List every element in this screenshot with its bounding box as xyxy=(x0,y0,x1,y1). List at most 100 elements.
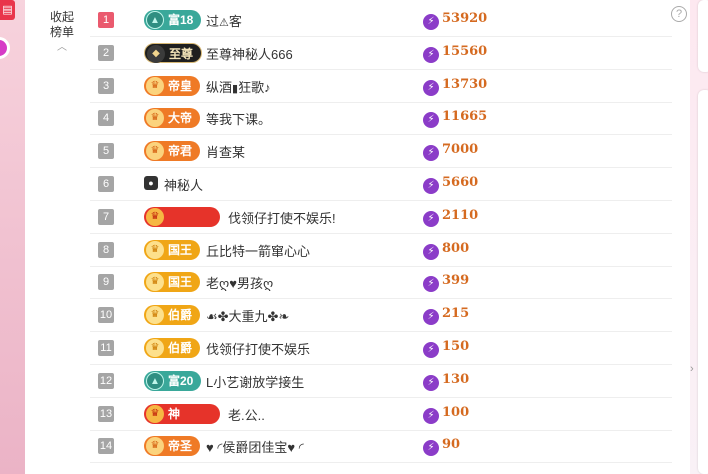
badge-medal-icon: ♛ xyxy=(146,437,164,456)
level-badge: ▲ 富20 xyxy=(144,370,202,391)
badge-medal-icon: ♛ xyxy=(146,76,164,95)
collapse-label: 收起榜单 xyxy=(49,10,74,39)
user-name[interactable]: 至尊神秘人666 xyxy=(206,44,293,63)
rank-number: 9 xyxy=(98,274,114,291)
user-name[interactable]: 伐领仔打使不娱乐! xyxy=(228,208,336,227)
ranking-row[interactable]: 14 ♛ 帝圣 ♥ ◜侯爵团佳宝♥ ◜ ⚡ 90 xyxy=(90,430,672,464)
user-name-suffix: 客 xyxy=(228,14,242,29)
badge-medal-icon: ♛ xyxy=(146,109,164,128)
badge-label: 大帝 xyxy=(168,111,193,126)
score-value: 5660 xyxy=(442,175,479,190)
score-value: 215 xyxy=(442,306,470,322)
right-chevron-icon[interactable]: › xyxy=(690,363,694,375)
ranking-row[interactable]: 1 ▲ 富18 过⚠客 ⚡ 53920 xyxy=(90,4,672,37)
lightning-icon: ⚡ xyxy=(423,342,439,358)
ranking-row[interactable]: 2 ◆ 至尊 至尊神秘人666 ⚡ 15560 xyxy=(90,37,672,70)
ranking-row[interactable]: 7 ♛ 伐领仔打使不娱乐! ⚡ 2110 xyxy=(90,201,672,234)
level-badge: ♛ 帝圣 xyxy=(144,436,201,457)
ranking-row[interactable]: 3 ♛ 帝皇 纵酒▮狂歌♪ ⚡ 13730 xyxy=(90,70,672,103)
user-name-text: 老ღ♥男孩ღ xyxy=(206,276,274,292)
question-circle-icon[interactable]: ? xyxy=(671,6,687,22)
collapse-ranking-button[interactable]: 收起榜单 ︿ xyxy=(48,10,76,55)
user-name-text: 伐领仔打使不娱乐! xyxy=(228,210,336,226)
lightning-icon: ⚡ xyxy=(423,276,439,293)
rank-number: 1 xyxy=(98,12,114,28)
contribution-score: ⚡ 53920 xyxy=(423,11,487,30)
user-name[interactable]: 神秘人 xyxy=(164,175,203,194)
left-menu-button[interactable]: ▤ xyxy=(0,0,15,20)
rank-number: 4 xyxy=(98,110,114,127)
score-value: 150 xyxy=(442,339,470,354)
level-badge: ♛ xyxy=(144,206,220,227)
ranking-row[interactable]: 4 ♛ 大帝 等我下课。 ⚡ 11665 xyxy=(90,102,672,136)
score-value: 11665 xyxy=(442,109,488,125)
contribution-score: ⚡ 399 xyxy=(423,273,469,293)
user-name-text: 等我下课。 xyxy=(206,112,272,128)
badge-medal-icon: ◆ xyxy=(147,44,165,63)
badge-label: 至尊 xyxy=(169,46,194,61)
user-name-suffix: 狂歌♪ xyxy=(238,79,271,95)
user-name-text: 至尊神秘人666 xyxy=(206,46,293,62)
badge-label: 富20 xyxy=(168,373,194,388)
rank-number: 13 xyxy=(98,405,114,422)
rank-number: 5 xyxy=(98,143,114,160)
badge-medal-icon: ♛ xyxy=(146,207,164,226)
user-name[interactable]: 老ღ♥男孩ღ xyxy=(206,273,273,292)
user-name[interactable]: ♥ ◜侯爵团佳宝♥ ◜ xyxy=(206,437,304,456)
rank-number: 8 xyxy=(98,241,114,258)
ranking-row[interactable]: 10 ♛ 伯爵 ☙✤大重九✤❧ ⚡ 215 xyxy=(90,299,672,333)
user-name-text: L小艺谢放学接生 xyxy=(206,374,305,390)
contribution-score: ⚡ 5660 xyxy=(423,175,478,194)
lightning-icon: ⚡ xyxy=(423,407,439,424)
rank-number: 6 xyxy=(98,176,114,192)
user-name-text: 肖查某 xyxy=(206,145,246,161)
user-name[interactable]: 丘比特一箭窜心心 xyxy=(206,241,310,260)
rank-number: 12 xyxy=(98,372,114,389)
badge-label: 富18 xyxy=(168,13,194,27)
user-name[interactable]: 老.公.. xyxy=(228,405,265,424)
lightning-icon: ⚡ xyxy=(423,309,439,326)
score-value: 13730 xyxy=(442,76,488,92)
user-name[interactable]: 过⚠客 xyxy=(206,11,242,30)
level-badge: ♛ 国王 xyxy=(144,272,201,293)
lightning-icon: ⚡ xyxy=(423,210,439,227)
score-value: 800 xyxy=(442,240,470,256)
badge-medal-icon: ♛ xyxy=(146,142,164,161)
level-badge: ▲ 富18 xyxy=(144,10,202,30)
contribution-score: ⚡ 100 xyxy=(423,405,469,424)
ranking-row[interactable]: 6 ● 神秘人 ⚡ 5660 xyxy=(90,168,672,201)
right-side-card-lower xyxy=(698,90,708,474)
ranking-row[interactable]: 9 ♛ 国王 老ღ♥男孩ღ ⚡ 399 xyxy=(90,266,672,300)
ranking-row[interactable]: 5 ♛ 帝君 肖查某 ⚡ 7000 xyxy=(90,135,672,169)
score-value: 100 xyxy=(442,404,470,420)
badge-medal-icon: ▲ xyxy=(146,11,164,29)
user-name[interactable]: ☙✤大重九✤❧ xyxy=(206,306,289,325)
level-badge: ♛ 神 xyxy=(144,403,220,424)
user-name-text: 纵酒 xyxy=(206,79,233,95)
ranking-row[interactable]: 13 ♛ 神老.公.. ⚡ 100 xyxy=(90,398,672,431)
user-name[interactable]: 肖查某 xyxy=(206,142,245,161)
user-name[interactable]: 纵酒▮狂歌♪ xyxy=(206,77,271,96)
level-badge: ♛ 国王 xyxy=(144,239,201,260)
rank-number: 2 xyxy=(98,44,114,61)
lightning-icon: ⚡ xyxy=(423,14,439,30)
contribution-score: ⚡ 2110 xyxy=(423,208,478,227)
ranking-row[interactable]: 12 ▲ 富20 L小艺谢放学接生 ⚡ 130 xyxy=(90,365,672,398)
user-name-text: 老.公.. xyxy=(228,407,265,423)
ranking-row[interactable]: 8 ♛ 国王 丘比特一箭窜心心 ⚡ 800 xyxy=(90,234,672,267)
ranking-row[interactable]: 11 ♛ 伯爵 伐领仔打使不娱乐 ⚡ 150 xyxy=(90,332,672,365)
name-emoji-icon: ⚠ xyxy=(219,17,229,29)
badge-medal-icon: ♛ xyxy=(146,404,164,423)
badge-label: 国王 xyxy=(168,242,193,257)
badge-medal-icon: ♛ xyxy=(146,273,164,292)
contribution-score: ⚡ 7000 xyxy=(423,142,478,162)
user-name[interactable]: 伐领仔打使不娱乐 xyxy=(206,339,310,358)
user-name-text: 伐领仔打使不娱乐 xyxy=(206,342,311,357)
contribution-score: ⚡ 130 xyxy=(423,372,469,391)
lightning-icon: ⚡ xyxy=(423,178,439,194)
left-page-strip xyxy=(0,0,25,474)
user-name[interactable]: L小艺谢放学接生 xyxy=(206,372,304,391)
contribution-score: ⚡ 150 xyxy=(423,339,469,358)
user-name[interactable]: 等我下课。 xyxy=(206,109,271,128)
score-value: 130 xyxy=(442,371,470,387)
